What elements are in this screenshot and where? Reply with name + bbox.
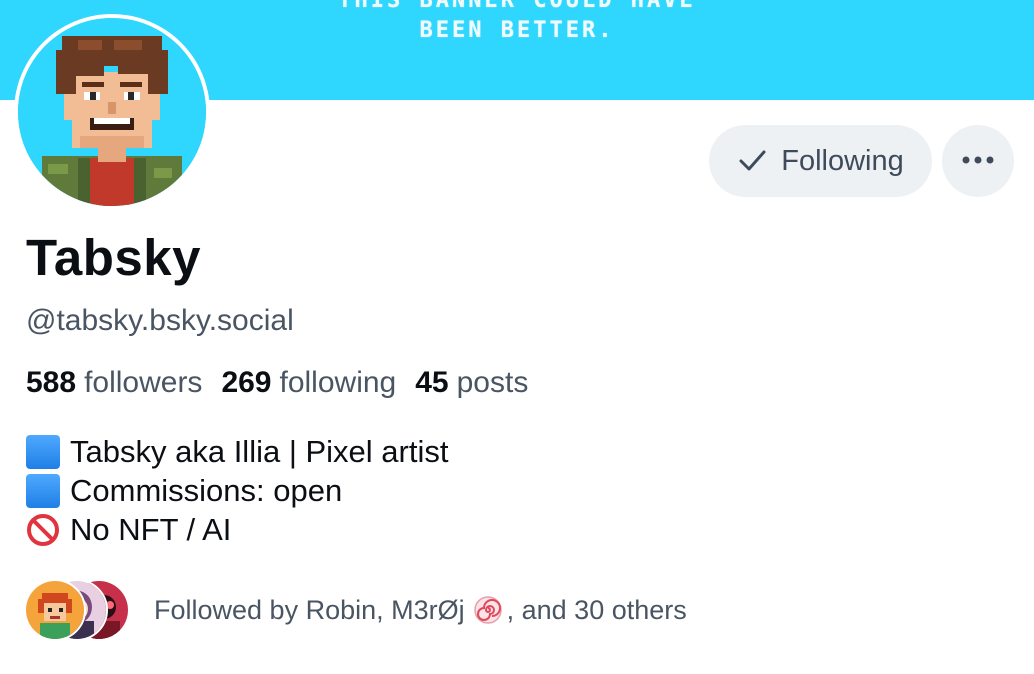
bio-line: Commissions: open bbox=[26, 471, 448, 510]
blue-square-icon bbox=[26, 473, 60, 508]
following-button[interactable]: Following bbox=[709, 125, 932, 197]
followers-stat[interactable]: 588 followers bbox=[26, 363, 202, 403]
display-name: Tabsky bbox=[26, 229, 201, 286]
profile-stats: 588 followers 269 following 45 posts bbox=[26, 363, 528, 403]
avatar[interactable] bbox=[14, 14, 210, 210]
blue-square-icon bbox=[26, 434, 60, 469]
following-stat[interactable]: 269 following bbox=[221, 363, 396, 403]
prohibited-icon bbox=[26, 513, 60, 547]
followers-label: followers bbox=[84, 366, 203, 399]
posts-count: 45 bbox=[415, 366, 449, 399]
bio-line: Tabsky aka Illia | Pixel artist bbox=[26, 432, 448, 471]
bio-text-3: No NFT / AI bbox=[70, 512, 232, 547]
bio-line: No NFT / AI bbox=[26, 510, 448, 549]
followers-count: 588 bbox=[26, 366, 77, 399]
check-icon bbox=[737, 146, 767, 176]
followed-by-row[interactable]: Followed by Robin, M3rØj , and 30 others bbox=[24, 578, 687, 642]
followed-by-suffix: , and 30 others bbox=[506, 594, 687, 625]
profile-bio: Tabsky aka Illia | Pixel artist Commissi… bbox=[26, 432, 448, 549]
ellipsis-icon bbox=[961, 152, 995, 170]
following-count: 269 bbox=[221, 366, 272, 399]
avatar-image bbox=[18, 18, 206, 206]
following-stat-label: following bbox=[279, 366, 397, 399]
spiral-candy-icon bbox=[473, 595, 503, 625]
profile-handle: @tabsky.bsky.social bbox=[26, 304, 294, 337]
following-label: Following bbox=[781, 144, 904, 177]
posts-label: posts bbox=[456, 366, 529, 399]
posts-stat: 45 posts bbox=[415, 363, 528, 403]
more-options-button[interactable] bbox=[942, 125, 1014, 197]
bio-text-2: Commissions: open bbox=[70, 473, 343, 508]
followed-by-text: Followed by Robin, M3rØj , and 30 others bbox=[154, 595, 687, 626]
followed-by-prefix: Followed by Robin, M3rØj bbox=[154, 594, 465, 625]
bio-text-1: Tabsky aka Illia | Pixel artist bbox=[70, 434, 449, 469]
banner-line-1: THIS BANNER COULD HAVE bbox=[338, 0, 696, 13]
follower-avatar bbox=[24, 579, 86, 641]
